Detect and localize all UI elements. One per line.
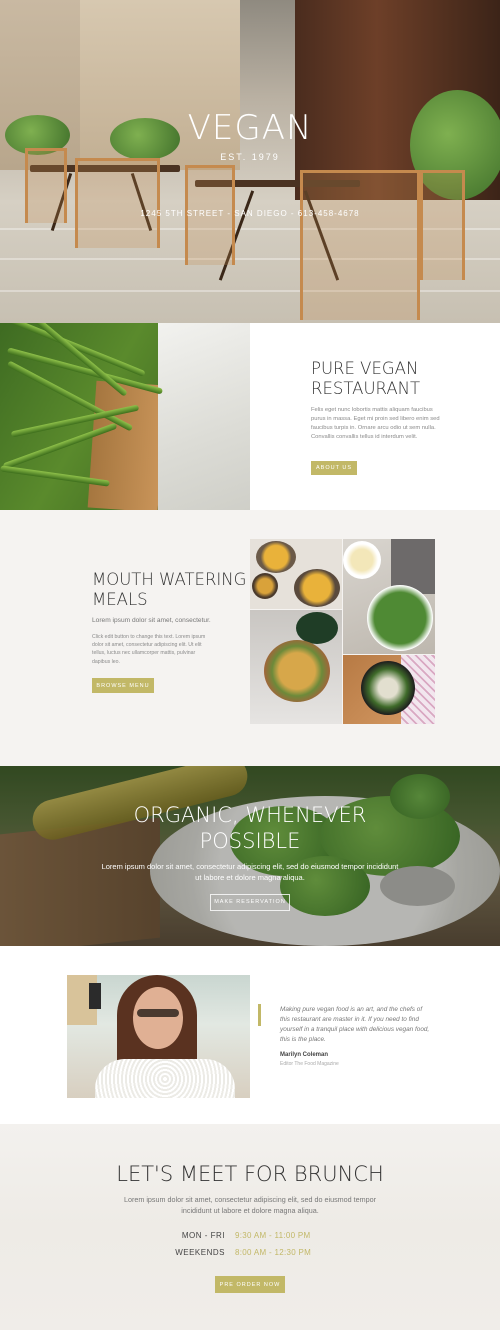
meal-photo-soup bbox=[250, 539, 342, 609]
organic-body: Lorem ipsum dolor sit amet, consectetur … bbox=[101, 862, 399, 882]
hero-address: 1245 5TH STREET - SAN DIEGO - 613-458-46… bbox=[140, 209, 360, 218]
hero-section: VEGAN EST. 1979 1245 5TH STREET - SAN DI… bbox=[0, 0, 500, 323]
pre-order-button[interactable]: PRE ORDER NOW bbox=[215, 1276, 285, 1293]
quote-text: Making pure vegan food is an art, and th… bbox=[280, 1006, 430, 1043]
quote-author-role: Editor The Food Magazine bbox=[280, 1061, 339, 1067]
blouse bbox=[95, 1059, 235, 1098]
chair bbox=[420, 170, 465, 280]
make-reservation-button[interactable]: MAKE RESERVATION bbox=[210, 894, 290, 911]
about-us-button[interactable]: ABOUT US bbox=[311, 461, 357, 475]
meals-section: MOUTH WATERING MEALS Lorem ipsum dolor s… bbox=[0, 510, 500, 766]
brunch-body: Lorem ipsum dolor sit amet, consectetur … bbox=[123, 1195, 377, 1215]
browse-menu-button[interactable]: BROWSE MENU bbox=[92, 678, 154, 693]
quote-accent-bar bbox=[258, 1004, 261, 1026]
brunch-section: LET'S MEET FOR BRUNCH Lorem ipsum dolor … bbox=[0, 1124, 500, 1330]
hero-title: VEGAN bbox=[187, 108, 313, 148]
chair bbox=[300, 170, 420, 320]
meal-photo-noodles bbox=[250, 610, 342, 724]
meal-photo-bowl bbox=[343, 655, 435, 724]
testimonial-photo bbox=[67, 975, 250, 1098]
meals-title: MOUTH WATERING MEALS bbox=[92, 570, 247, 609]
testimonial-section: Making pure vegan food is an art, and th… bbox=[0, 946, 500, 1124]
meals-body: Click edit button to change this text. L… bbox=[92, 634, 206, 665]
quote-author: Marilyn Coleman bbox=[280, 1052, 329, 1058]
organic-section: ORGANIC, WHENEVER POSSIBLE Lorem ipsum d… bbox=[0, 766, 500, 946]
hours-time-weekends: 8:00 AM - 12:30 PM bbox=[235, 1248, 312, 1257]
meal-photo-salad bbox=[343, 539, 435, 654]
hours-day-weekends: WEEKENDS bbox=[175, 1248, 225, 1257]
about-section: PURE VEGAN RESTAURANT Felis eget nunc lo… bbox=[0, 323, 500, 510]
about-title: PURE VEGAN RESTAURANT bbox=[311, 359, 421, 398]
green-beans-image bbox=[0, 323, 250, 510]
face bbox=[133, 987, 183, 1049]
organic-title: ORGANIC, WHENEVER POSSIBLE bbox=[133, 803, 367, 853]
meals-lead: Lorem ipsum dolor sit amet, consectetur. bbox=[92, 617, 211, 624]
sunglasses bbox=[137, 1009, 179, 1017]
hours-time-weekdays: 9:30 AM - 11:00 PM bbox=[235, 1231, 311, 1240]
brunch-title: LET'S MEET FOR BRUNCH bbox=[116, 1162, 384, 1186]
chair bbox=[75, 158, 160, 248]
hero-est: EST. 1979 bbox=[220, 152, 280, 162]
about-body: Felis eget nunc lobortis mattis aliquam … bbox=[311, 407, 440, 440]
hours-day-weekdays: MON - FRI bbox=[181, 1231, 225, 1240]
